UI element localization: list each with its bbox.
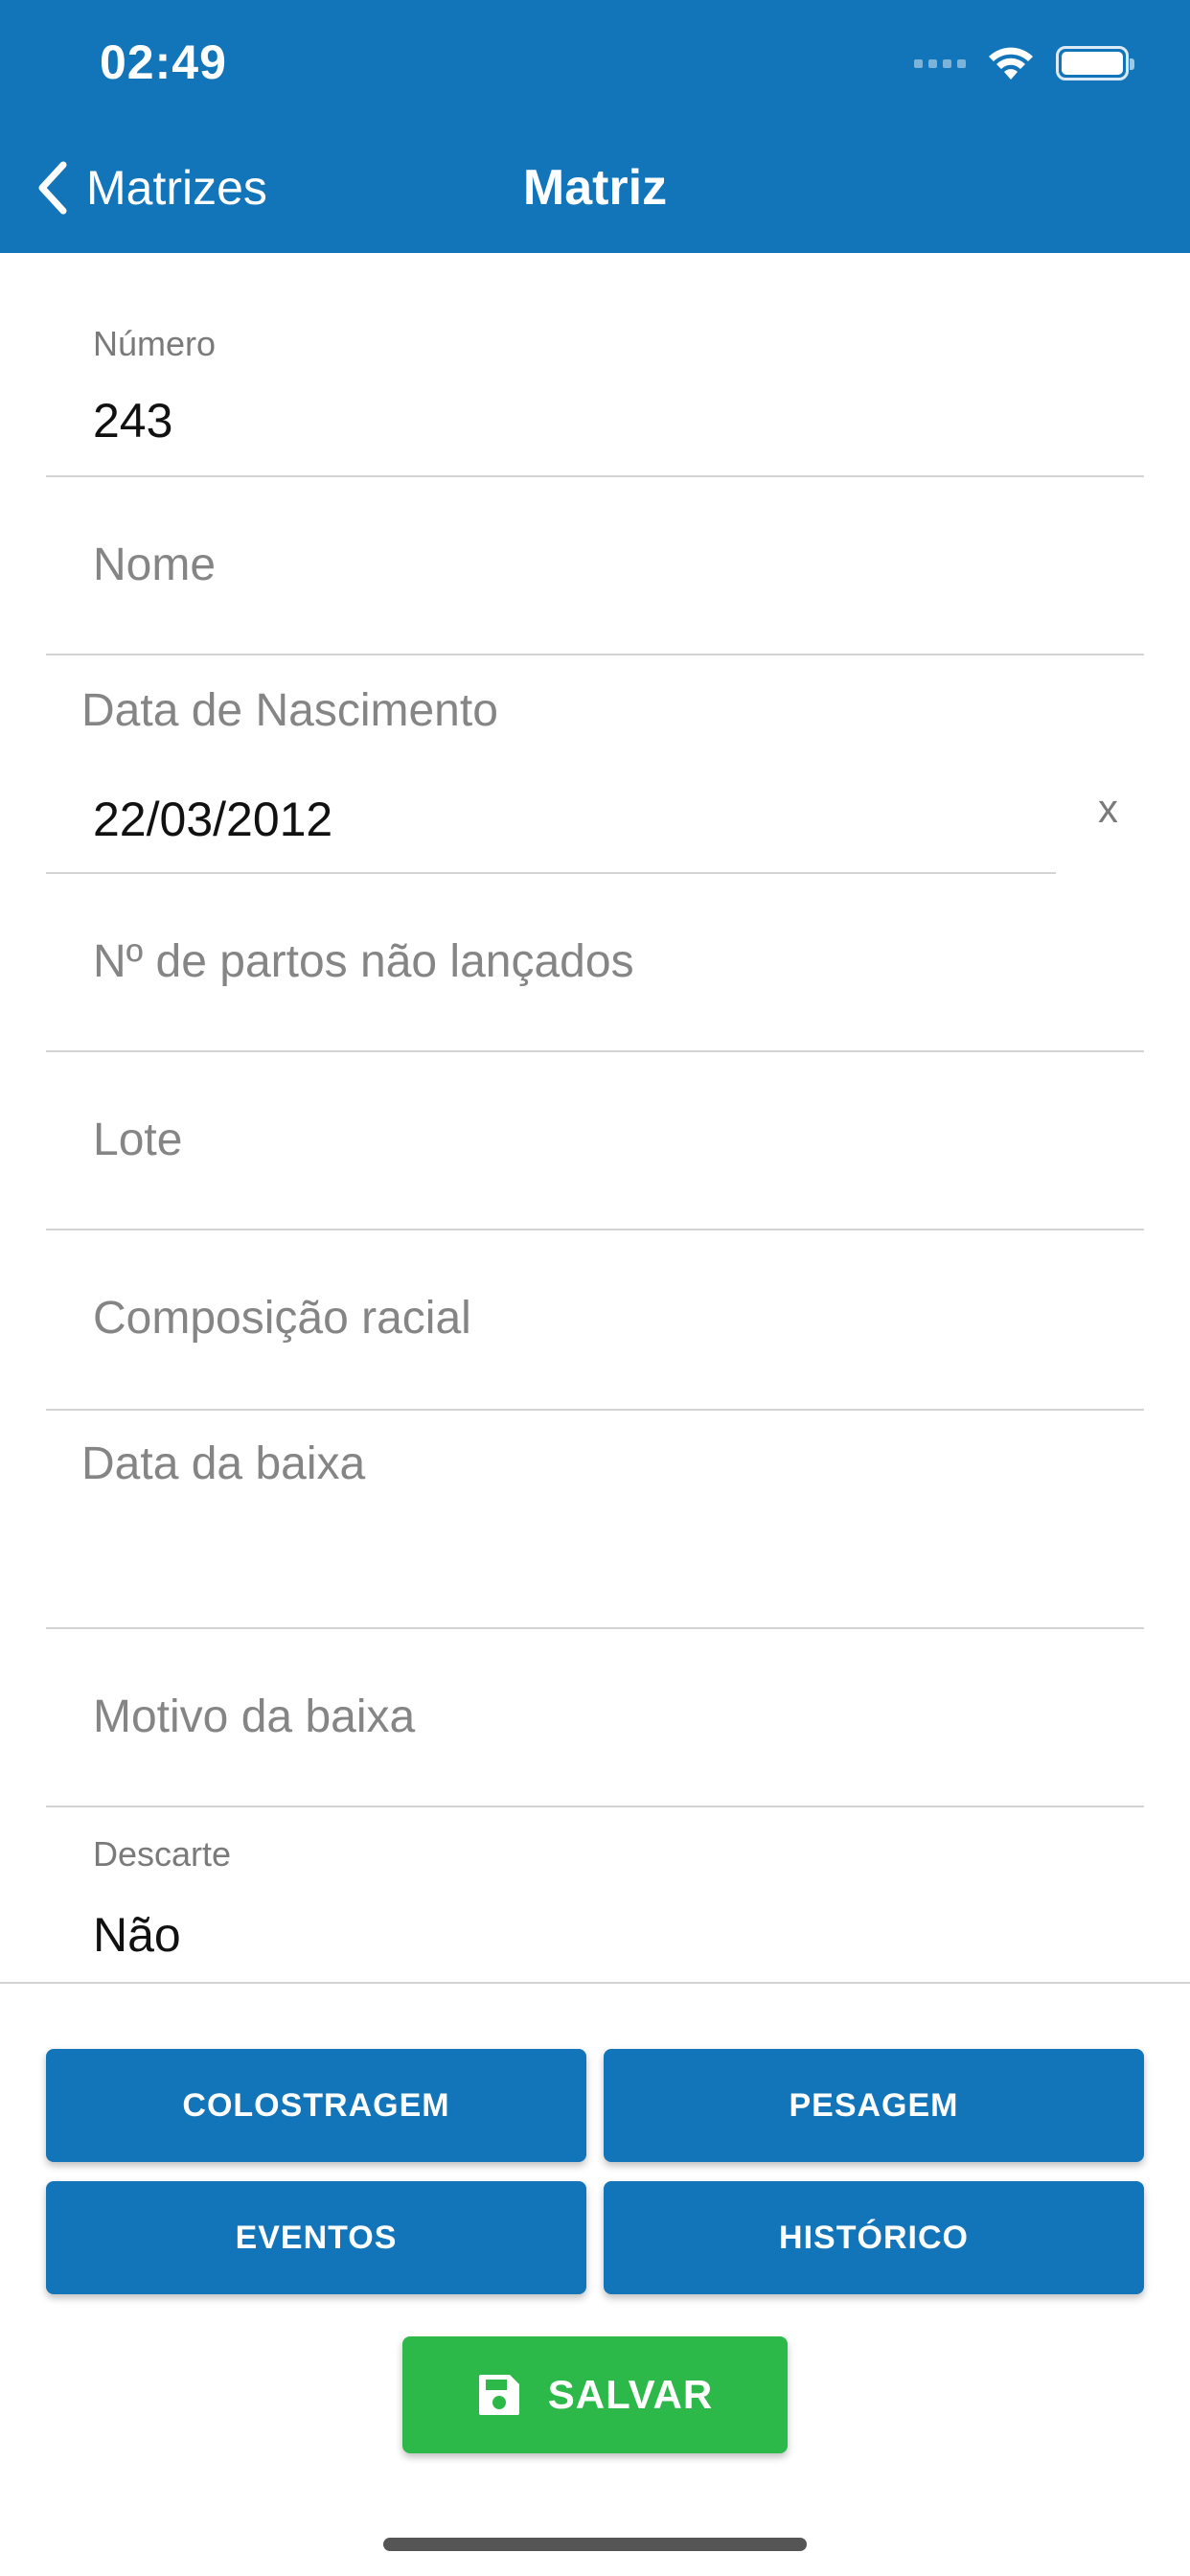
numero-value: 243: [93, 394, 173, 448]
lote-field[interactable]: Lote: [46, 1052, 1144, 1230]
partos-field[interactable]: Nº de partos não lançados: [46, 874, 1144, 1052]
page-title: Matriz: [522, 160, 668, 216]
partos-placeholder: Nº de partos não lançados: [93, 936, 634, 987]
descarte-value: Não: [93, 1908, 181, 1962]
colostragem-button[interactable]: COLOSTRAGEM: [46, 2049, 586, 2162]
composicao-placeholder: Composição racial: [93, 1293, 471, 1344]
nome-placeholder: Nome: [93, 540, 217, 590]
home-indicator[interactable]: [383, 2538, 807, 2551]
save-button[interactable]: SALVAR: [402, 2336, 788, 2453]
floppy-disk-icon: [478, 2375, 519, 2415]
data-nascimento-value: 22/03/2012: [93, 793, 333, 846]
divider: [0, 1982, 1190, 1984]
signal-icon: [914, 58, 966, 68]
clear-date-button[interactable]: x: [1098, 786, 1118, 832]
data-baixa-label: Data da baixa: [81, 1438, 366, 1489]
motivo-baixa-field[interactable]: Motivo da baixa: [46, 1629, 1144, 1807]
descarte-field[interactable]: Descarte Não: [46, 1807, 1144, 1982]
data-baixa-field[interactable]: [46, 1505, 1144, 1629]
eventos-button[interactable]: EVENTOS: [46, 2181, 586, 2294]
header: 02:49 Matrizes Matriz: [0, 0, 1190, 253]
descarte-label: Descarte: [93, 1834, 232, 1874]
motivo-baixa-placeholder: Motivo da baixa: [93, 1691, 416, 1742]
composicao-field[interactable]: Composição racial: [46, 1230, 1144, 1411]
pesagem-button[interactable]: PESAGEM: [604, 2049, 1144, 2162]
screen: 02:49 Matrizes Matriz Número 243 Nome Da…: [0, 0, 1190, 2576]
battery-icon: [1056, 46, 1134, 80]
data-nascimento-field[interactable]: 22/03/2012: [46, 748, 1056, 874]
lote-placeholder: Lote: [93, 1115, 183, 1165]
wifi-icon: [989, 47, 1033, 80]
status-icons: [914, 42, 1134, 84]
data-nascimento-label: Data de Nascimento: [81, 685, 498, 736]
nome-field[interactable]: Nome: [46, 477, 1144, 656]
save-label: SALVAR: [547, 2372, 714, 2417]
numero-label: Número: [93, 324, 217, 363]
status-time: 02:49: [100, 35, 227, 89]
historico-button[interactable]: HISTÓRICO: [604, 2181, 1144, 2294]
numero-field[interactable]: Número 243: [46, 307, 1144, 477]
